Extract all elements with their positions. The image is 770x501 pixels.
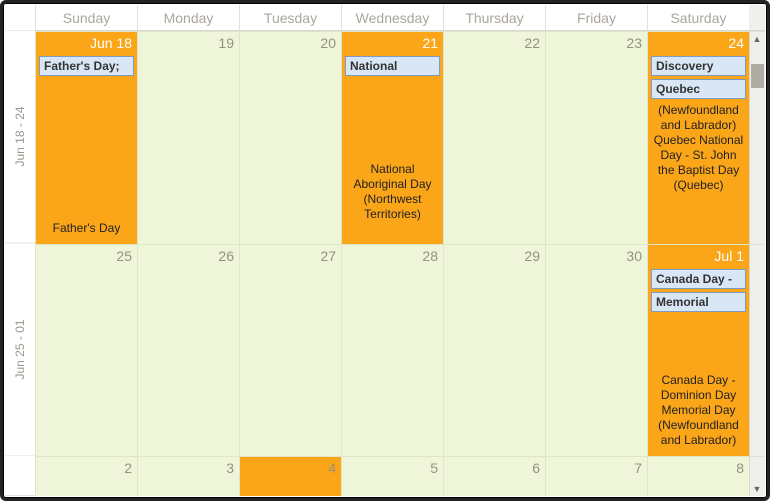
scrollbar-thumb[interactable] xyxy=(751,64,764,88)
event-chip[interactable]: Canada Day - xyxy=(651,269,746,289)
week-label-3 xyxy=(5,456,35,496)
day-cell[interactable]: 22 xyxy=(443,31,545,244)
calendar-body: Jun 18 - 24 Jun 18 Father's Day; Father'… xyxy=(5,31,765,496)
weekday-wednesday: Wednesday xyxy=(341,5,443,30)
date-number: 4 xyxy=(240,457,341,479)
day-cell[interactable]: 29 xyxy=(443,244,545,457)
date-number: 3 xyxy=(138,457,239,479)
date-number: 7 xyxy=(546,457,647,479)
weekday-header: Sunday Monday Tuesday Wednesday Thursday… xyxy=(5,5,765,31)
date-number: 25 xyxy=(36,245,137,267)
scrollbar-gutter[interactable]: ▼ xyxy=(749,456,765,496)
day-cell[interactable]: 23 xyxy=(545,31,647,244)
day-cell[interactable]: 27 xyxy=(239,244,341,457)
calendar: Sunday Monday Tuesday Wednesday Thursday… xyxy=(5,5,765,496)
scrollbar-gutter[interactable]: ▲ xyxy=(749,31,765,244)
day-cell[interactable]: 21 National National Aboriginal Day (Nor… xyxy=(341,31,443,244)
day-cell[interactable]: 20 xyxy=(239,31,341,244)
rowlabel-spacer xyxy=(5,5,35,30)
event-description: Canada Day - Dominion Day Memorial Day (… xyxy=(648,371,749,450)
scrollbar-gutter[interactable] xyxy=(749,244,765,457)
event-description: Father's Day xyxy=(36,219,137,238)
weekday-friday: Friday xyxy=(545,5,647,30)
event-chips: National xyxy=(342,54,443,78)
week-label-2: Jun 25 - 01 xyxy=(5,244,35,457)
weekday-sunday: Sunday xyxy=(35,5,137,30)
week-label-1: Jun 18 - 24 xyxy=(5,31,35,244)
weekday-monday: Monday xyxy=(137,5,239,30)
date-number: 23 xyxy=(546,32,647,54)
event-chip[interactable]: National xyxy=(345,56,440,76)
day-cell[interactable]: 28 xyxy=(341,244,443,457)
weekday-tuesday: Tuesday xyxy=(239,5,341,30)
date-number: 21 xyxy=(342,32,443,54)
day-cell[interactable]: 5 xyxy=(341,456,443,496)
event-chip[interactable]: Quebec xyxy=(651,79,746,99)
date-number: 26 xyxy=(138,245,239,267)
day-cell[interactable]: 2 xyxy=(35,456,137,496)
event-chips: Discovery Quebec xyxy=(648,54,749,101)
day-cell[interactable]: 3 xyxy=(137,456,239,496)
event-chip[interactable]: Memorial xyxy=(651,292,746,312)
event-description: National Aboriginal Day (Northwest Terri… xyxy=(342,160,443,224)
day-cell[interactable]: 26 xyxy=(137,244,239,457)
day-cell[interactable]: Jun 18 Father's Day; Father's Day xyxy=(35,31,137,244)
event-chips: Father's Day; xyxy=(36,54,137,78)
day-cell[interactable]: 6 xyxy=(443,456,545,496)
date-number: Jul 1 xyxy=(648,245,749,267)
date-number: 6 xyxy=(444,457,545,479)
date-number: 22 xyxy=(444,32,545,54)
day-cell[interactable]: Jul 1 Canada Day - Memorial Canada Day -… xyxy=(647,244,749,457)
date-number: 24 xyxy=(648,32,749,54)
day-cell[interactable]: 24 Discovery Quebec (Newfoundland and La… xyxy=(647,31,749,244)
date-number: Jun 18 xyxy=(36,32,137,54)
date-number: 19 xyxy=(138,32,239,54)
day-cell[interactable]: 19 xyxy=(137,31,239,244)
day-cell[interactable]: 30 xyxy=(545,244,647,457)
scroll-up-icon[interactable]: ▲ xyxy=(751,33,763,45)
date-number: 27 xyxy=(240,245,341,267)
date-number: 2 xyxy=(36,457,137,479)
event-chip[interactable]: Discovery xyxy=(651,56,746,76)
date-number: 28 xyxy=(342,245,443,267)
weekday-saturday: Saturday xyxy=(647,5,749,30)
weekday-thursday: Thursday xyxy=(443,5,545,30)
day-cell[interactable]: 8 xyxy=(647,456,749,496)
calendar-frame: Sunday Monday Tuesday Wednesday Thursday… xyxy=(0,0,770,501)
day-cell[interactable]: 4 xyxy=(239,456,341,496)
scroll-down-icon[interactable]: ▼ xyxy=(751,483,763,495)
date-number: 30 xyxy=(546,245,647,267)
day-cell[interactable]: 25 xyxy=(35,244,137,457)
event-description: (Newfoundland and Labrador) Quebec Natio… xyxy=(648,101,749,195)
date-number: 5 xyxy=(342,457,443,479)
date-number: 29 xyxy=(444,245,545,267)
event-chip[interactable]: Father's Day; xyxy=(39,56,134,76)
date-number: 20 xyxy=(240,32,341,54)
event-chips: Canada Day - Memorial xyxy=(648,267,749,314)
date-number: 8 xyxy=(648,457,749,479)
day-cell[interactable]: 7 xyxy=(545,456,647,496)
scrollbar-header-gutter xyxy=(749,5,765,30)
